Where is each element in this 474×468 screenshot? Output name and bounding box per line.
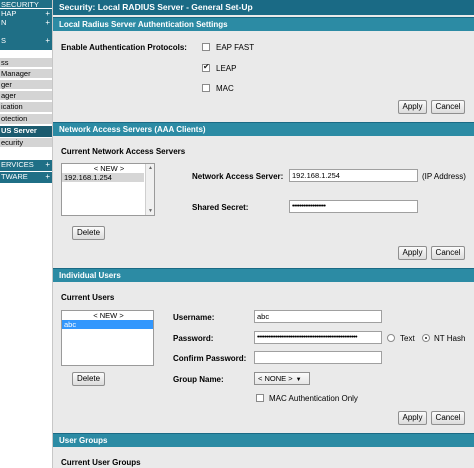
sidebar-item[interactable]: S + — [0, 36, 52, 50]
expand-plus-icon[interactable]: + — [45, 160, 50, 169]
sidebar-item-label: N — [1, 18, 7, 27]
expand-plus-icon[interactable]: + — [45, 18, 50, 27]
user-list-item[interactable]: abc — [62, 320, 153, 329]
chevron-down-icon: ▼ — [295, 377, 302, 383]
user-apply-button[interactable]: Apply — [398, 411, 427, 425]
section-header-nas: Network Access Servers (AAA Clients) — [53, 122, 474, 136]
mac-label: MAC — [216, 84, 234, 93]
nas-server-label: Network Access Server: — [192, 172, 284, 181]
sidebar-item[interactable]: N + — [0, 18, 52, 28]
eap-fast-checkbox[interactable] — [202, 43, 210, 51]
sidebar-item-label: ager — [1, 91, 17, 100]
sidebar-item[interactable] — [0, 28, 52, 36]
text-radio[interactable] — [387, 334, 395, 342]
nas-apply-button[interactable]: Apply — [398, 246, 427, 260]
sidebar-item[interactable]: otection — [0, 114, 52, 125]
password-input[interactable]: ••••••••••••••••••••••••••••••••••••••••… — [254, 331, 382, 344]
main-content: Security: Local RADIUS Server - General … — [52, 0, 474, 468]
protocols-label: Enable Authentication Protocols: — [61, 43, 187, 52]
sidebar-item-label: otection — [1, 114, 28, 123]
sidebar-item-label: SECURITY — [1, 0, 39, 8]
sidebar-item-label: TWARE — [1, 172, 28, 181]
text-radio-label: Text — [400, 334, 415, 343]
current-nas-label: Current Network Access Servers — [61, 147, 186, 156]
app-window: SECURITY HAP + N + S + ss Manager ger ager ication o… — [0, 0, 474, 468]
group-name-label: Group Name: — [173, 375, 224, 384]
sidebar-item-label: ger — [1, 80, 12, 89]
sidebar-item-label: S — [1, 36, 7, 45]
sidebar-item[interactable]: ERVICES + — [0, 160, 52, 171]
nas-server-input[interactable]: 192.168.1.254 — [289, 169, 418, 182]
mac-auth-only-label: MAC Authentication Only — [269, 394, 358, 403]
nas-listbox[interactable]: < NEW > 192.168.1.254 ▲ ▼ — [61, 163, 155, 216]
sidebar-item[interactable]: TWARE + — [0, 172, 52, 183]
user-delete-button[interactable]: Delete — [72, 372, 105, 386]
sidebar-item-label: ecurity — [1, 138, 24, 147]
section-header-groups: User Groups — [53, 433, 474, 447]
expand-plus-icon[interactable]: + — [45, 36, 50, 45]
group-name-value: < NONE > — [258, 374, 293, 383]
user-cancel-button[interactable]: Cancel — [431, 411, 465, 425]
sidebar-item[interactable]: HAP + — [0, 9, 52, 18]
scroll-up-icon[interactable]: ▲ — [148, 165, 153, 171]
sidebar-item-label: HAP — [1, 9, 17, 18]
leap-checkbox[interactable]: ✔ — [202, 62, 210, 72]
group-name-select[interactable]: < NONE > ▼ — [254, 372, 310, 385]
sidebar-item[interactable]: ication — [0, 102, 52, 113]
expand-plus-icon[interactable]: + — [45, 9, 50, 18]
current-users-label: Current Users — [61, 293, 115, 302]
sidebar-item-label: US Server — [1, 126, 37, 135]
sidebar-item-label: ss — [1, 58, 9, 67]
nas-list-item[interactable]: < NEW > — [62, 164, 154, 173]
sidebar-item-label: Manager — [1, 69, 31, 78]
nas-delete-button[interactable]: Delete — [72, 226, 105, 240]
shared-secret-input[interactable]: •••••••••••••••••• — [289, 200, 418, 213]
sidebar-item[interactable]: Manager — [0, 69, 52, 79]
checkmark-icon: ✔ — [203, 62, 210, 71]
user-list-item[interactable]: < NEW > — [62, 311, 153, 320]
sidebar-item[interactable]: ss — [0, 58, 52, 68]
section-header-auth-settings: Local Radius Server Authentication Setti… — [53, 17, 474, 31]
sidebar-item-label: ication — [1, 102, 23, 111]
radio-selected-dot — [425, 337, 427, 339]
sidebar-item[interactable]: SECURITY — [0, 0, 52, 8]
sidebar-item[interactable]: US Server — [0, 126, 52, 137]
eap-fast-label: EAP FAST — [216, 43, 255, 52]
leap-label: LEAP — [216, 64, 237, 73]
password-label: Password: — [173, 334, 214, 343]
confirm-password-label: Confirm Password: — [173, 354, 247, 363]
sidebar-nav: SECURITY HAP + N + S + ss Manager ger ager ication o… — [0, 0, 52, 468]
sidebar-item[interactable]: ager — [0, 91, 52, 101]
section-header-users: Individual Users — [53, 268, 474, 282]
ip-address-hint: (IP Address) — [422, 172, 466, 181]
confirm-password-input[interactable] — [254, 351, 382, 364]
username-label: Username: — [173, 313, 215, 322]
nt-hash-radio-label: NT Hash — [434, 334, 466, 343]
username-input[interactable]: abc — [254, 310, 382, 323]
mac-checkbox[interactable] — [202, 84, 210, 92]
scrollbar[interactable]: ▲ ▼ — [145, 164, 154, 215]
nas-cancel-button[interactable]: Cancel — [431, 246, 465, 260]
shared-secret-label: Shared Secret: — [192, 203, 249, 212]
sidebar-item[interactable]: ecurity — [0, 138, 52, 148]
nas-list-item[interactable]: 192.168.1.254 — [62, 173, 144, 182]
page-title: Security: Local RADIUS Server - General … — [53, 0, 474, 15]
scroll-down-icon[interactable]: ▼ — [148, 208, 153, 214]
current-groups-label: Current User Groups — [61, 458, 141, 467]
sidebar-item[interactable]: ger — [0, 80, 52, 90]
auth-apply-button[interactable]: Apply — [398, 100, 427, 114]
mac-auth-only-checkbox[interactable] — [256, 394, 264, 402]
nt-hash-radio[interactable] — [422, 334, 430, 342]
sidebar-item-label: ERVICES — [1, 160, 34, 169]
expand-plus-icon[interactable]: + — [45, 172, 50, 181]
auth-cancel-button[interactable]: Cancel — [431, 100, 465, 114]
users-listbox[interactable]: < NEW > abc — [61, 310, 154, 366]
